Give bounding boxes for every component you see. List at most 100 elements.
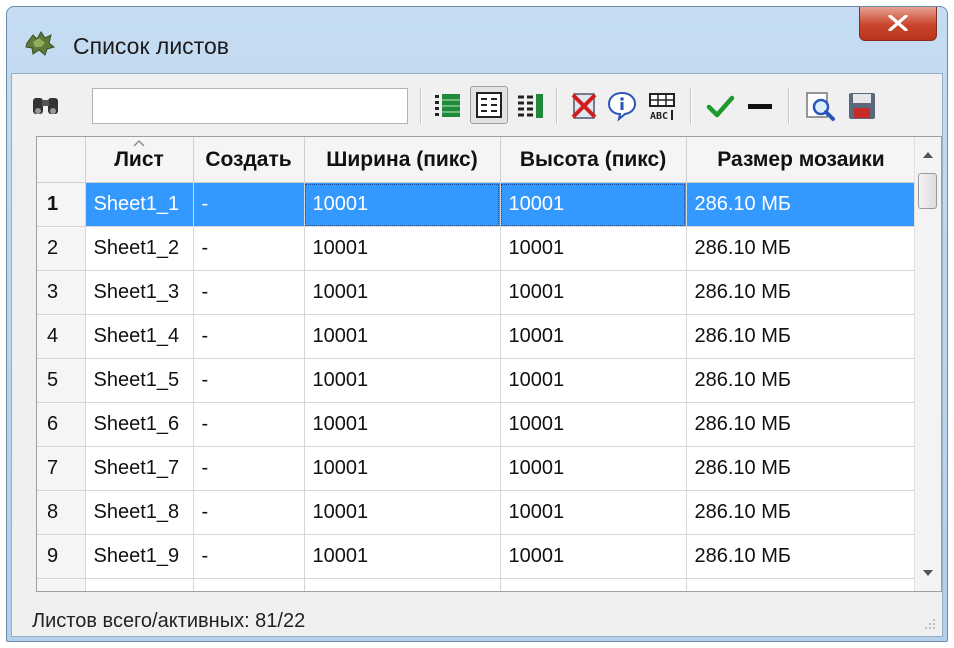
cell-mosaic-size[interactable]: 286.10 МБ xyxy=(686,402,917,447)
cell-width[interactable]: 10001 xyxy=(304,226,501,271)
cell-create[interactable]: - xyxy=(193,182,305,227)
check-icon[interactable] xyxy=(704,90,736,122)
rename-abc-icon[interactable]: ABC xyxy=(646,90,678,122)
cell-sheet-name[interactable]: Sheet1_2 xyxy=(85,226,194,271)
row-number[interactable]: 2 xyxy=(37,226,86,271)
column-header-height[interactable]: Высота (пикс) xyxy=(500,137,687,183)
scroll-down-arrow-icon[interactable] xyxy=(922,569,934,577)
cell-sheet-name[interactable]: Sheet1_6 xyxy=(85,402,194,447)
column-header-label: Лист xyxy=(114,147,164,171)
cell-create[interactable]: - xyxy=(193,534,305,579)
cell-width[interactable]: 10001 xyxy=(304,446,501,491)
cell-mosaic-size[interactable]: 286.10 МБ xyxy=(686,578,917,591)
cell-width[interactable]: 10001 xyxy=(304,578,501,591)
cell-height[interactable]: 10001 xyxy=(500,314,687,359)
row-number[interactable]: 4 xyxy=(37,314,86,359)
scrollbar-thumb[interactable] xyxy=(918,173,937,209)
resize-grip-icon[interactable] xyxy=(924,618,936,630)
cell-sheet-name[interactable]: Sheet1_7 xyxy=(85,446,194,491)
cell-sheet-name[interactable]: Sheet1_5 xyxy=(85,358,194,403)
column-header-width[interactable]: Ширина (пикс) xyxy=(304,137,501,183)
columns-view-icon[interactable] xyxy=(514,90,546,122)
cell-mosaic-size[interactable]: 286.10 МБ xyxy=(686,226,917,271)
row-number[interactable]: 8 xyxy=(37,490,86,535)
cell-mosaic-size[interactable]: 286.10 МБ xyxy=(686,490,917,535)
cell-mosaic-size[interactable]: 286.10 МБ xyxy=(686,534,917,579)
cell-height[interactable]: 10001 xyxy=(500,182,687,227)
row-number[interactable]: 10 xyxy=(37,578,86,591)
sheets-table[interactable]: Лист Создать Ширина (пикс) Высота (пикс)… xyxy=(36,136,942,592)
row-number[interactable]: 9 xyxy=(37,534,86,579)
cell-sheet-name[interactable]: Sheet1_9 xyxy=(85,534,194,579)
cell-width[interactable]: 10001 xyxy=(304,182,501,227)
table-row[interactable]: 8 Sheet1_8-10001 10001 286.10 МБ xyxy=(37,490,917,535)
minus-icon[interactable] xyxy=(744,90,776,122)
save-icon[interactable] xyxy=(846,90,878,122)
cell-mosaic-size[interactable]: 286.10 МБ xyxy=(686,358,917,403)
cell-sheet-name[interactable]: Sheet1_4 xyxy=(85,314,194,359)
window-title: Список листов xyxy=(73,33,229,59)
cell-height[interactable]: 10001 xyxy=(500,446,687,491)
info-icon[interactable] xyxy=(606,90,638,122)
table-row[interactable]: 9 Sheet1_9-10001 10001 286.10 МБ xyxy=(37,534,917,579)
cell-height[interactable]: 10001 xyxy=(500,490,687,535)
cell-sheet-name[interactable]: Sheet1_3 xyxy=(85,270,194,315)
cell-height[interactable]: 10001 xyxy=(500,226,687,271)
list-view-icon[interactable] xyxy=(432,90,464,122)
cell-height[interactable]: 10001 xyxy=(500,534,687,579)
cell-height[interactable]: 10001 xyxy=(500,578,687,591)
cell-sheet-name[interactable]: Sheet2_1 xyxy=(85,578,194,591)
cell-mosaic-size[interactable]: 286.10 МБ xyxy=(686,446,917,491)
cell-width[interactable]: 10001 xyxy=(304,314,501,359)
table-row[interactable]: 3 Sheet1_3-10001 10001 286.10 МБ xyxy=(37,270,917,315)
cell-width[interactable]: 10001 xyxy=(304,490,501,535)
table-row[interactable]: 4 Sheet1_4-10001 10001 286.10 МБ xyxy=(37,314,917,359)
toolbar-separator xyxy=(788,88,790,124)
close-button[interactable] xyxy=(859,7,937,41)
cell-width[interactable]: 10001 xyxy=(304,270,501,315)
column-header-create[interactable]: Создать xyxy=(193,137,305,183)
cell-height[interactable]: 10001 xyxy=(500,358,687,403)
table-row[interactable]: 2 Sheet1_2-10001 10001 286.10 МБ xyxy=(37,226,917,271)
row-number[interactable]: 3 xyxy=(37,270,86,315)
table-row[interactable]: 7 Sheet1_7-10001 10001 286.10 МБ xyxy=(37,446,917,491)
cell-height[interactable]: 10001 xyxy=(500,402,687,447)
cell-create[interactable]: - xyxy=(193,402,305,447)
cell-create[interactable]: - xyxy=(193,358,305,403)
column-header-mosaic-size[interactable]: Размер мозаики xyxy=(686,137,917,183)
search-input[interactable] xyxy=(92,88,408,124)
table-row[interactable]: 5 Sheet1_5-10001 10001 286.10 МБ xyxy=(37,358,917,403)
table-row[interactable]: 10Sheet2_1-1000110001286.10 МБ xyxy=(37,578,917,591)
cell-width[interactable]: 10001 xyxy=(304,402,501,447)
cell-height[interactable]: 10001 xyxy=(500,270,687,315)
row-number[interactable]: 1 xyxy=(37,182,86,227)
cell-create[interactable]: - xyxy=(193,490,305,535)
scroll-up-arrow-icon[interactable] xyxy=(922,151,934,159)
vertical-scrollbar[interactable] xyxy=(914,137,941,591)
row-number[interactable]: 5 xyxy=(37,358,86,403)
row-number-header[interactable] xyxy=(37,137,86,183)
cell-sheet-name[interactable]: Sheet1_1 xyxy=(85,182,194,227)
cell-mosaic-size[interactable]: 286.10 МБ xyxy=(686,314,917,359)
cell-width[interactable]: 10001 xyxy=(304,358,501,403)
cell-width[interactable]: 10001 xyxy=(304,534,501,579)
table-row[interactable]: 1 Sheet1_1-10001 10001 286.10 МБ xyxy=(37,182,917,227)
cell-create[interactable]: - xyxy=(193,270,305,315)
cell-create[interactable]: - xyxy=(193,578,305,591)
column-header-sheet[interactable]: Лист xyxy=(85,137,194,183)
delete-icon[interactable] xyxy=(568,90,600,122)
cell-create[interactable]: - xyxy=(193,314,305,359)
cell-mosaic-size[interactable]: 286.10 МБ xyxy=(686,270,917,315)
row-number[interactable]: 6 xyxy=(37,402,86,447)
cell-create[interactable]: - xyxy=(193,446,305,491)
close-icon xyxy=(888,15,908,31)
details-view-button[interactable] xyxy=(470,86,508,124)
zoom-preview-icon[interactable] xyxy=(804,90,836,122)
cell-mosaic-size[interactable]: 286.10 МБ xyxy=(686,182,917,227)
find-binoculars-icon[interactable] xyxy=(30,90,62,122)
row-number[interactable]: 7 xyxy=(37,446,86,491)
cell-sheet-name[interactable]: Sheet1_8 xyxy=(85,490,194,535)
title-bar[interactable]: Список листов xyxy=(7,7,947,73)
table-row[interactable]: 6 Sheet1_6-10001 10001 286.10 МБ xyxy=(37,402,917,447)
cell-create[interactable]: - xyxy=(193,226,305,271)
